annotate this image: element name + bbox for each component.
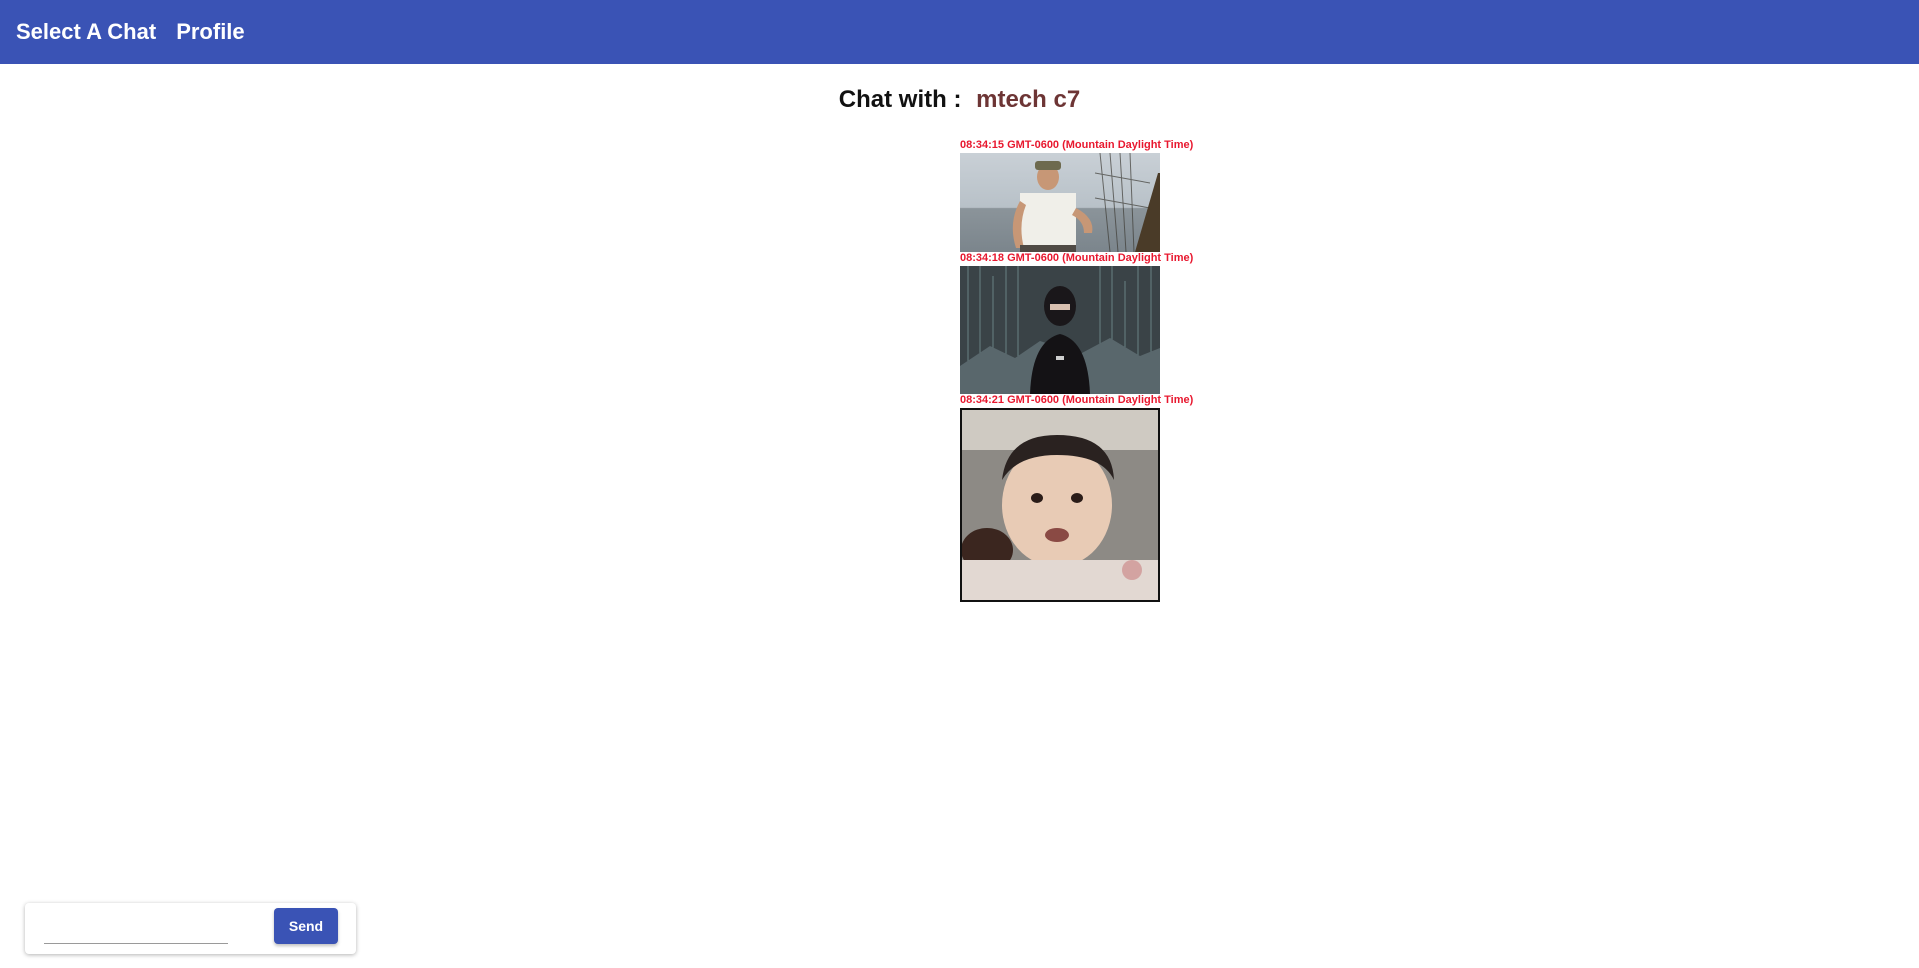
chat-header: Chat with : mtech c7 — [0, 86, 1919, 114]
nav-select-chat[interactable]: Select A Chat — [16, 19, 156, 45]
message-item: 08:34:21 GMT-0600 (Mountain Daylight Tim… — [960, 394, 1193, 602]
chat-partner-name: mtech c7 — [976, 86, 1081, 113]
message-timestamp: 08:34:21 GMT-0600 (Mountain Daylight Tim… — [960, 394, 1194, 406]
send-button[interactable]: Send — [274, 908, 338, 944]
message-gif-image — [960, 153, 1160, 252]
app-bar: Select A Chat Profile — [0, 0, 1919, 64]
message-composer: Send — [25, 903, 356, 954]
message-list: 08:34:15 GMT-0600 (Mountain Daylight Tim… — [960, 139, 1193, 602]
message-item: 08:34:18 GMT-0600 (Mountain Daylight Tim… — [960, 252, 1193, 394]
message-timestamp: 08:34:18 GMT-0600 (Mountain Daylight Tim… — [960, 252, 1194, 264]
message-gif-image — [960, 266, 1160, 394]
message-input[interactable] — [44, 913, 228, 944]
message-timestamp: 08:34:15 GMT-0600 (Mountain Daylight Tim… — [960, 139, 1194, 151]
message-gif-image — [960, 408, 1160, 602]
message-item: 08:34:15 GMT-0600 (Mountain Daylight Tim… — [960, 139, 1193, 252]
nav-profile[interactable]: Profile — [176, 19, 244, 45]
chat-with-label: Chat with : — [838, 86, 962, 113]
